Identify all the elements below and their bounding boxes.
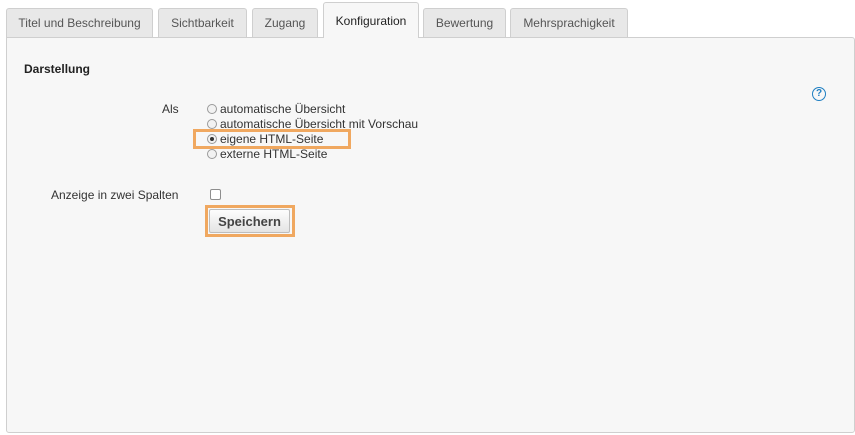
two-columns-checkbox[interactable]: [210, 189, 221, 200]
section-title: Darstellung: [24, 62, 91, 76]
selected-option-highlight: [193, 129, 351, 149]
tab-titel-und-beschreibung[interactable]: Titel und Beschreibung: [6, 8, 153, 37]
radio-label: externe HTML-Seite: [220, 147, 328, 161]
radio-button[interactable]: [207, 149, 217, 159]
radio-label: automatische Übersicht: [220, 102, 346, 116]
radio-option-automatische-uebersicht[interactable]: automatische Übersicht: [207, 102, 345, 116]
radio-button[interactable]: [207, 119, 217, 129]
tab-zugang[interactable]: Zugang: [252, 8, 318, 37]
radio-option-externe-html-seite[interactable]: externe HTML-Seite: [207, 147, 327, 161]
help-circle-icon[interactable]: ?: [812, 87, 826, 101]
tab-konfiguration[interactable]: Konfiguration: [323, 2, 419, 38]
two-columns-label: Anzeige in zwei Spalten: [51, 188, 179, 202]
configuration-panel: Darstellung ? Als automatische Übersicht…: [6, 37, 855, 433]
tab-mehrsprachigkeit[interactable]: Mehrsprachigkeit: [510, 8, 628, 37]
save-button[interactable]: Speichern: [209, 209, 290, 233]
tab-sichtbarkeit[interactable]: Sichtbarkeit: [158, 8, 247, 37]
tab-bewertung[interactable]: Bewertung: [423, 8, 506, 37]
display-as-label: Als: [162, 102, 179, 116]
radio-button[interactable]: [207, 104, 217, 114]
